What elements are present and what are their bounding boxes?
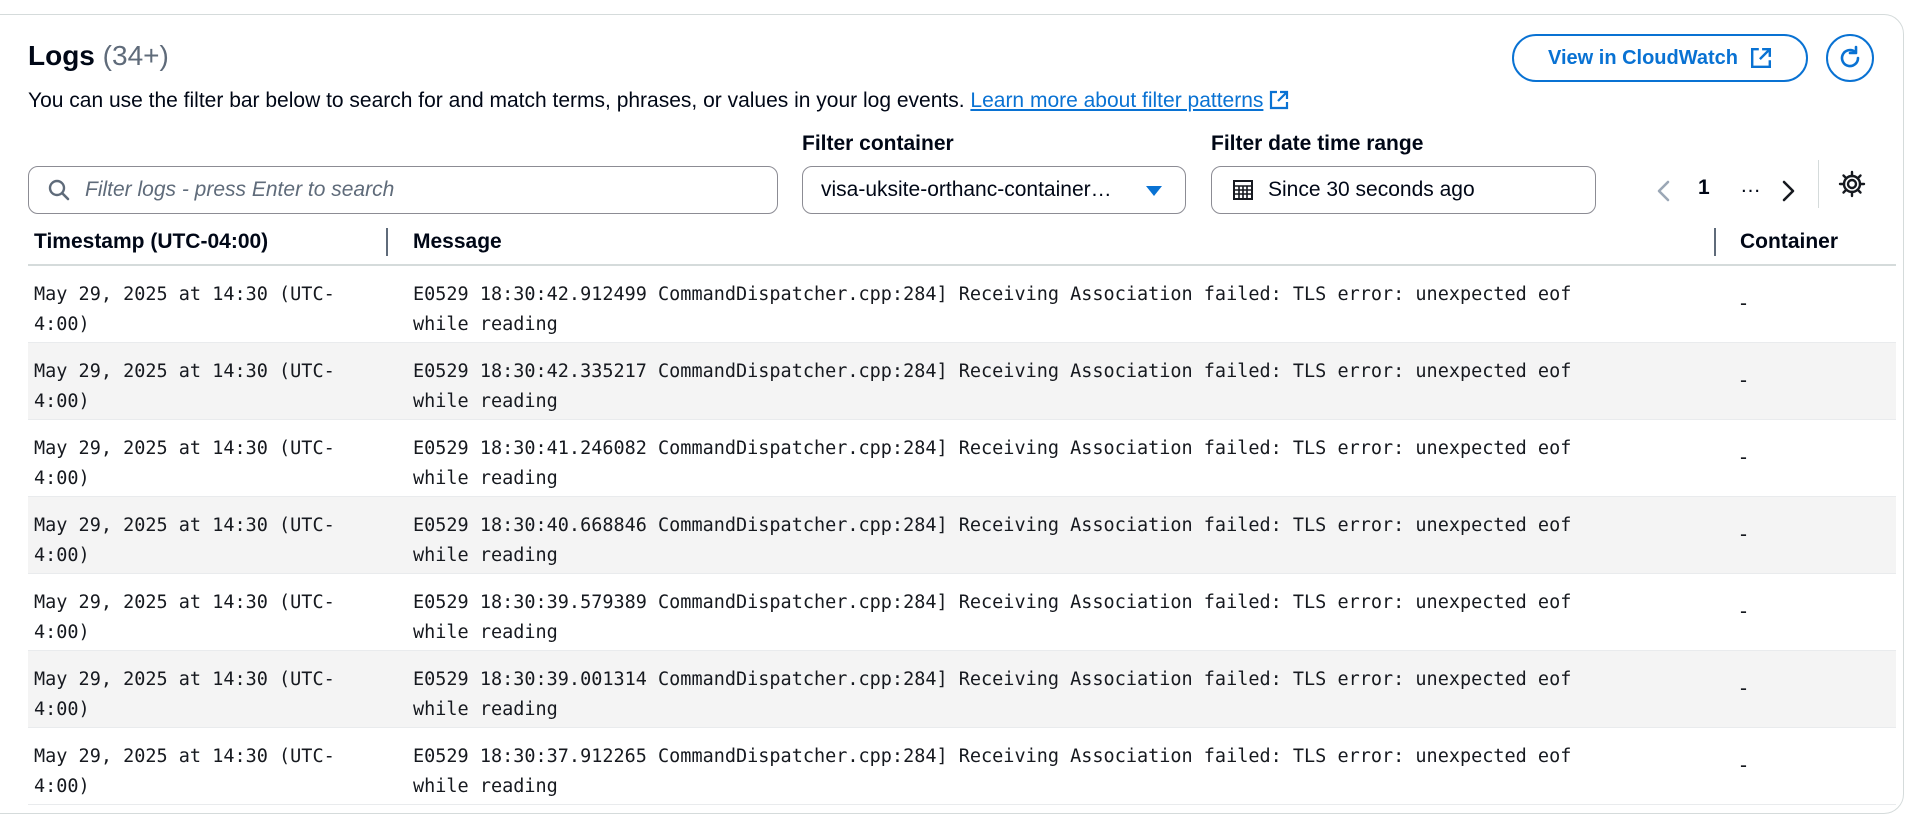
learn-more-link[interactable]: Learn more about filter patterns [970,89,1263,112]
learn-more-text: Learn more about filter patterns [970,89,1264,112]
cell-timestamp: May 29, 2025 at 14:30 (UTC- 4:00) [34,669,335,720]
cell-timestamp: May 29, 2025 at 14:30 (UTC- 4:00) [34,361,335,412]
filter-date-range-input[interactable]: Since 30 seconds ago [1211,166,1596,214]
filter-container-label: Filter container [802,132,954,155]
cell-timestamp: May 29, 2025 at 14:30 (UTC- 4:00) [34,746,335,797]
column-timestamp[interactable]: Timestamp (UTC-04:00) [34,230,268,254]
refresh-icon [1840,45,1860,68]
filter-logs-placeholder: Filter logs - press Enter to search [85,178,395,201]
page-title: Logs (34+) [28,40,169,72]
column-resizer[interactable] [386,228,388,256]
logs-table: Timestamp (UTC-04:00) Message Container … [28,224,1896,805]
cell-message: E0529 18:30:41.246082 CommandDispatcher.… [413,438,1572,489]
column-resizer[interactable] [1714,228,1716,256]
refresh-button[interactable] [1826,34,1874,82]
calendar-icon [1233,180,1253,200]
cell-timestamp: May 29, 2025 at 14:30 (UTC- 4:00) [34,592,335,643]
gear-icon[interactable] [1838,170,1866,198]
chevron-left-icon[interactable] [1656,180,1670,202]
cell-container: - [1740,523,1747,546]
cell-message: E0529 18:30:42.335217 CommandDispatcher.… [413,361,1572,412]
cell-timestamp: May 29, 2025 at 14:30 (UTC- 4:00) [34,438,335,489]
cell-container: - [1740,369,1747,392]
search-icon [48,179,70,201]
table-row[interactable]: May 29, 2025 at 14:30 (UTC- 4:00) E0529 … [28,343,1896,420]
log-count: (34+) [102,40,169,71]
page-number[interactable]: 1 [1698,176,1710,200]
cell-container: - [1740,600,1747,623]
view-in-cloudwatch-button[interactable]: View in CloudWatch [1512,34,1808,82]
filter-container-value: visa-uksite-orthanc-container… [821,178,1112,201]
cell-message: E0529 18:30:37.912265 CommandDispatcher.… [413,746,1572,797]
table-row[interactable]: May 29, 2025 at 14:30 (UTC- 4:00) E0529 … [28,420,1896,497]
filter-container-select[interactable]: visa-uksite-orthanc-container… [802,166,1186,214]
external-link-icon [1270,90,1289,110]
table-row[interactable]: May 29, 2025 at 14:30 (UTC- 4:00) E0529 … [28,497,1896,574]
description: You can use the filter bar below to sear… [28,89,1289,113]
cell-container: - [1740,677,1747,700]
table-row[interactable]: May 29, 2025 at 14:30 (UTC- 4:00) E0529 … [28,728,1896,805]
cell-message: E0529 18:30:39.579389 CommandDispatcher.… [413,592,1572,643]
filter-logs-input[interactable]: Filter logs - press Enter to search [28,166,778,214]
cell-timestamp: May 29, 2025 at 14:30 (UTC- 4:00) [34,284,335,335]
filter-date-value: Since 30 seconds ago [1268,178,1475,201]
cell-container: - [1740,446,1747,469]
page-ellipsis: … [1740,174,1761,197]
view-in-cloudwatch-label: View in CloudWatch [1547,46,1738,69]
cell-message: E0529 18:30:40.668846 CommandDispatcher.… [413,515,1572,566]
table-header: Timestamp (UTC-04:00) Message Container [28,224,1896,266]
cell-message: E0529 18:30:42.912499 CommandDispatcher.… [413,284,1572,335]
chevron-right-icon[interactable] [1782,180,1796,202]
caret-down-icon [1146,186,1162,196]
pagination-divider [1818,160,1819,208]
cell-timestamp: May 29, 2025 at 14:30 (UTC- 4:00) [34,515,335,566]
cell-container: - [1740,754,1747,777]
filter-date-label: Filter date time range [1211,132,1424,155]
cell-message: E0529 18:30:39.001314 CommandDispatcher.… [413,669,1572,720]
description-text: You can use the filter bar below to sear… [28,89,965,112]
title-text: Logs [28,40,95,71]
column-container[interactable]: Container [1740,230,1838,254]
external-link-icon [1750,47,1772,69]
column-message[interactable]: Message [413,230,502,254]
cell-container: - [1740,292,1747,315]
table-row[interactable]: May 29, 2025 at 14:30 (UTC- 4:00) E0529 … [28,651,1896,728]
table-row[interactable]: May 29, 2025 at 14:30 (UTC- 4:00) E0529 … [28,266,1896,343]
table-row[interactable]: May 29, 2025 at 14:30 (UTC- 4:00) E0529 … [28,574,1896,651]
